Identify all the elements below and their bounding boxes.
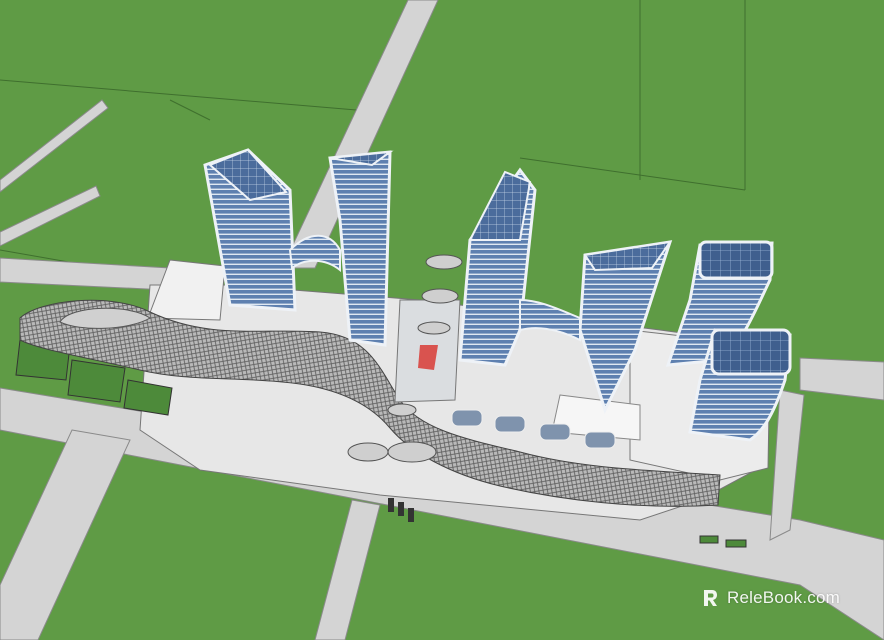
tower-c2-roof [710, 328, 792, 376]
tower-c1-roof [698, 240, 774, 280]
watermark-text: ReleBook.com [727, 588, 840, 607]
architectural-model-render: ReleBook.com [0, 0, 884, 640]
relebook-logo-icon [704, 590, 718, 606]
watermark: ReleBook.com [701, 588, 840, 608]
render-canvas [0, 0, 884, 640]
